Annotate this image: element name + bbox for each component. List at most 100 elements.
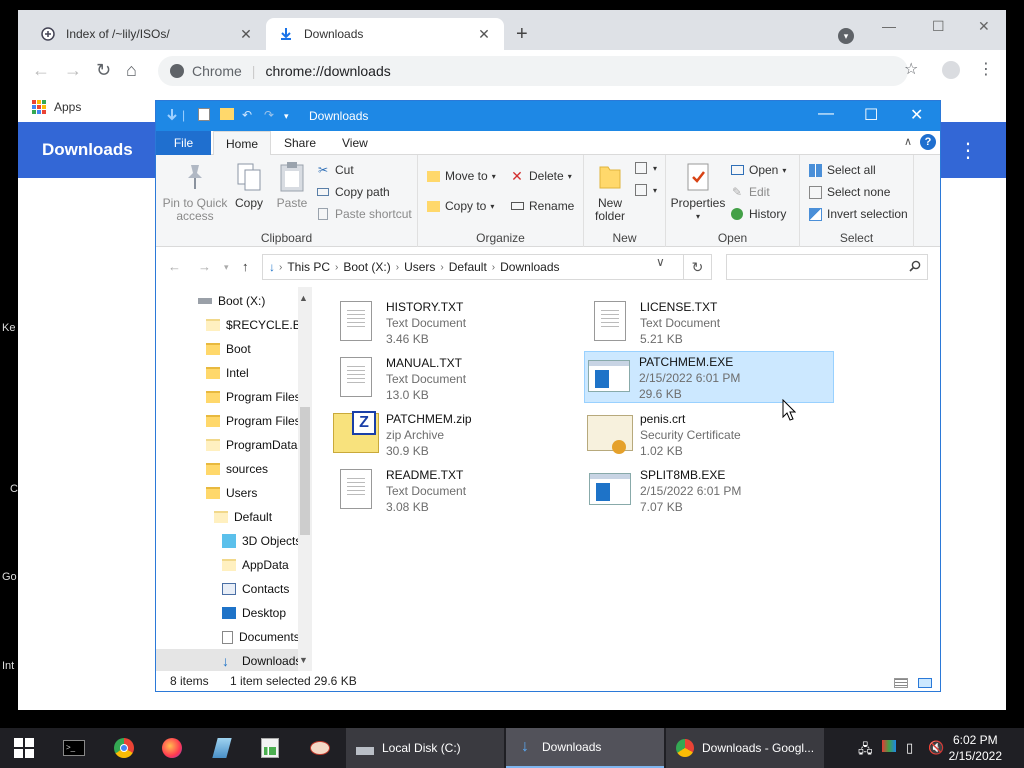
select-none-button[interactable]: Select none — [808, 185, 890, 199]
pin-to-quick-access-button[interactable]: Pin to Quick access — [162, 161, 228, 223]
refresh-icon[interactable]: ↻ — [684, 254, 712, 280]
tab-close-icon[interactable]: ✕ — [238, 26, 254, 43]
history-button[interactable]: History — [730, 207, 786, 221]
nav-scrollbar-thumb[interactable] — [300, 407, 310, 535]
copy-path-button[interactable]: Copy path — [316, 185, 390, 199]
home-icon[interactable]: ⌂ — [126, 61, 137, 79]
copy-to-button[interactable]: Copy to ▾ — [426, 199, 494, 213]
tab-search-icon[interactable]: ▾ — [838, 28, 854, 44]
nav-item-boot[interactable]: Boot — [156, 337, 298, 361]
crumb-this-pc[interactable]: This PC — [287, 260, 330, 274]
help-icon[interactable]: ? — [920, 134, 936, 150]
nav-item-3d-objects[interactable]: 3D Objects — [156, 529, 298, 553]
profile-icon[interactable] — [942, 61, 960, 82]
open-button[interactable]: Open ▾ — [730, 163, 786, 177]
search-input[interactable] — [726, 254, 928, 280]
tab-isos[interactable]: Index of /~lily/ISOs/ ✕ — [28, 18, 266, 50]
tablet-tool-icon[interactable] — [210, 736, 234, 760]
copy-button[interactable]: Copy — [232, 161, 266, 210]
firefox-icon[interactable] — [160, 736, 184, 760]
apps-link[interactable]: Apps — [54, 100, 81, 114]
invert-selection-button[interactable]: Invert selection — [808, 207, 908, 221]
network-icon[interactable]: 🖧 — [858, 740, 873, 762]
usb-icon[interactable]: ▯ — [906, 740, 913, 756]
easy-access-button[interactable]: ▾ — [634, 183, 657, 197]
select-all-button[interactable]: Select all — [808, 163, 876, 177]
recent-locations-icon[interactable]: ▾ — [224, 262, 229, 273]
new-tab-button[interactable]: + — [516, 24, 528, 44]
customize-qat-icon[interactable]: ▾ — [284, 111, 289, 122]
cut-button[interactable]: ✂ Cut — [316, 163, 354, 177]
redo-icon[interactable]: ↷ — [264, 108, 274, 122]
nav-item-downloads[interactable]: ↓ Downloads — [156, 649, 298, 671]
nav-item-boot-drive[interactable]: Boot (X:) — [156, 289, 298, 313]
properties-icon[interactable] — [198, 108, 210, 124]
up-icon[interactable]: ↑ — [242, 259, 249, 274]
downloads-menu-icon[interactable]: ⋮ — [958, 138, 978, 163]
volume-muted-icon[interactable]: 🔇 — [928, 740, 944, 756]
file-item[interactable]: HISTORY.TXT Text Document 3.46 KB — [332, 297, 582, 349]
file-item[interactable]: Z PATCHMEM.zip zip Archive 30.9 KB — [332, 409, 582, 461]
new-item-button[interactable]: ▾ — [634, 161, 657, 175]
new-folder-button[interactable]: New folder — [590, 161, 630, 223]
nav-item-program-files-x86[interactable]: Program Files (x86) — [156, 409, 298, 433]
system-clock[interactable]: 6:02 PM 2/15/2022 — [949, 732, 1002, 764]
paste-button[interactable]: Paste — [274, 161, 310, 210]
nav-item-recycle-bin[interactable]: $RECYCLE.BIN — [156, 313, 298, 337]
rename-button[interactable]: Rename — [510, 199, 574, 213]
back-icon[interactable]: ← — [168, 259, 181, 274]
taskbar-window-downloads[interactable]: ↓ Downloads — [506, 728, 664, 768]
nav-item-contacts[interactable]: Contacts — [156, 577, 298, 601]
nav-item-documents[interactable]: Documents — [156, 625, 298, 649]
file-item[interactable]: README.TXT Text Document 3.08 KB — [332, 465, 582, 517]
crumb-boot[interactable]: Boot (X:) — [343, 260, 390, 274]
edit-button[interactable]: ✎ Edit — [730, 185, 770, 199]
scroll-up-icon[interactable]: ▲ — [299, 293, 308, 303]
undo-icon[interactable]: ↶ — [242, 108, 252, 122]
terminal-icon[interactable]: >_ — [62, 736, 86, 760]
paste-shortcut-button[interactable]: Paste shortcut — [316, 207, 412, 221]
ribbon-tab-file[interactable]: File — [156, 131, 211, 155]
paint-icon[interactable] — [308, 736, 332, 760]
tab-close-icon[interactable]: ✕ — [476, 26, 492, 43]
back-icon[interactable]: ← — [32, 61, 50, 79]
crumb-default[interactable]: Default — [449, 260, 487, 274]
nav-item-programdata[interactable]: ProgramData — [156, 433, 298, 457]
chrome-icon[interactable] — [112, 736, 136, 760]
chrome-menu-icon[interactable]: ⋮ — [978, 61, 994, 79]
nav-item-default[interactable]: Default — [156, 505, 298, 529]
file-item-selected[interactable]: PATCHMEM.EXE 2/15/2022 6:01 PM 29.6 KB — [584, 351, 834, 403]
apps-icon[interactable] — [32, 100, 46, 114]
address-dropdown-icon[interactable]: ∨ — [656, 255, 665, 269]
delete-button[interactable]: ✕ Delete ▾ — [510, 168, 572, 184]
tab-downloads[interactable]: Downloads ✕ — [266, 18, 504, 50]
minimize-icon[interactable]: — — [818, 105, 834, 123]
taskbar-window-local-disk[interactable]: Local Disk (C:) — [346, 728, 504, 768]
forward-icon[interactable]: → — [64, 61, 82, 79]
ribbon-tab-view[interactable]: View — [330, 131, 380, 155]
file-item[interactable]: MANUAL.TXT Text Document 13.0 KB — [332, 353, 582, 405]
scroll-down-icon[interactable]: ▼ — [299, 655, 308, 665]
start-windows-icon[interactable] — [12, 736, 36, 760]
file-item[interactable]: penis.crt Security Certificate 1.02 KB — [586, 409, 836, 461]
collapse-ribbon-icon[interactable]: ∧ — [904, 135, 912, 148]
file-item[interactable]: SPLIT8MB.EXE 2/15/2022 6:01 PM 7.07 KB — [586, 465, 836, 517]
properties-button[interactable]: Properties ▾ — [670, 161, 726, 223]
crumb-users[interactable]: Users — [404, 260, 435, 274]
file-item[interactable]: LICENSE.TXT Text Document 5.21 KB — [586, 297, 836, 349]
close-icon[interactable]: ✕ — [910, 105, 923, 125]
new-folder-icon[interactable] — [220, 108, 234, 123]
minimize-icon[interactable]: — — [882, 18, 896, 34]
task-manager-icon[interactable] — [258, 736, 282, 760]
crumb-downloads[interactable]: Downloads — [500, 260, 559, 274]
reload-icon[interactable]: ↻ — [96, 61, 111, 79]
nav-item-intel[interactable]: Intel — [156, 361, 298, 385]
nav-item-program-files[interactable]: Program Files — [156, 385, 298, 409]
taskbar-window-chrome[interactable]: Downloads - Googl... — [666, 728, 824, 768]
nav-item-sources[interactable]: sources — [156, 457, 298, 481]
nav-item-desktop[interactable]: Desktop — [156, 601, 298, 625]
address-bar[interactable]: Chrome | chrome://downloads — [158, 56, 908, 86]
nav-item-appdata[interactable]: AppData — [156, 553, 298, 577]
forward-icon[interactable]: → — [198, 259, 211, 274]
star-icon[interactable]: ☆ — [904, 61, 918, 79]
